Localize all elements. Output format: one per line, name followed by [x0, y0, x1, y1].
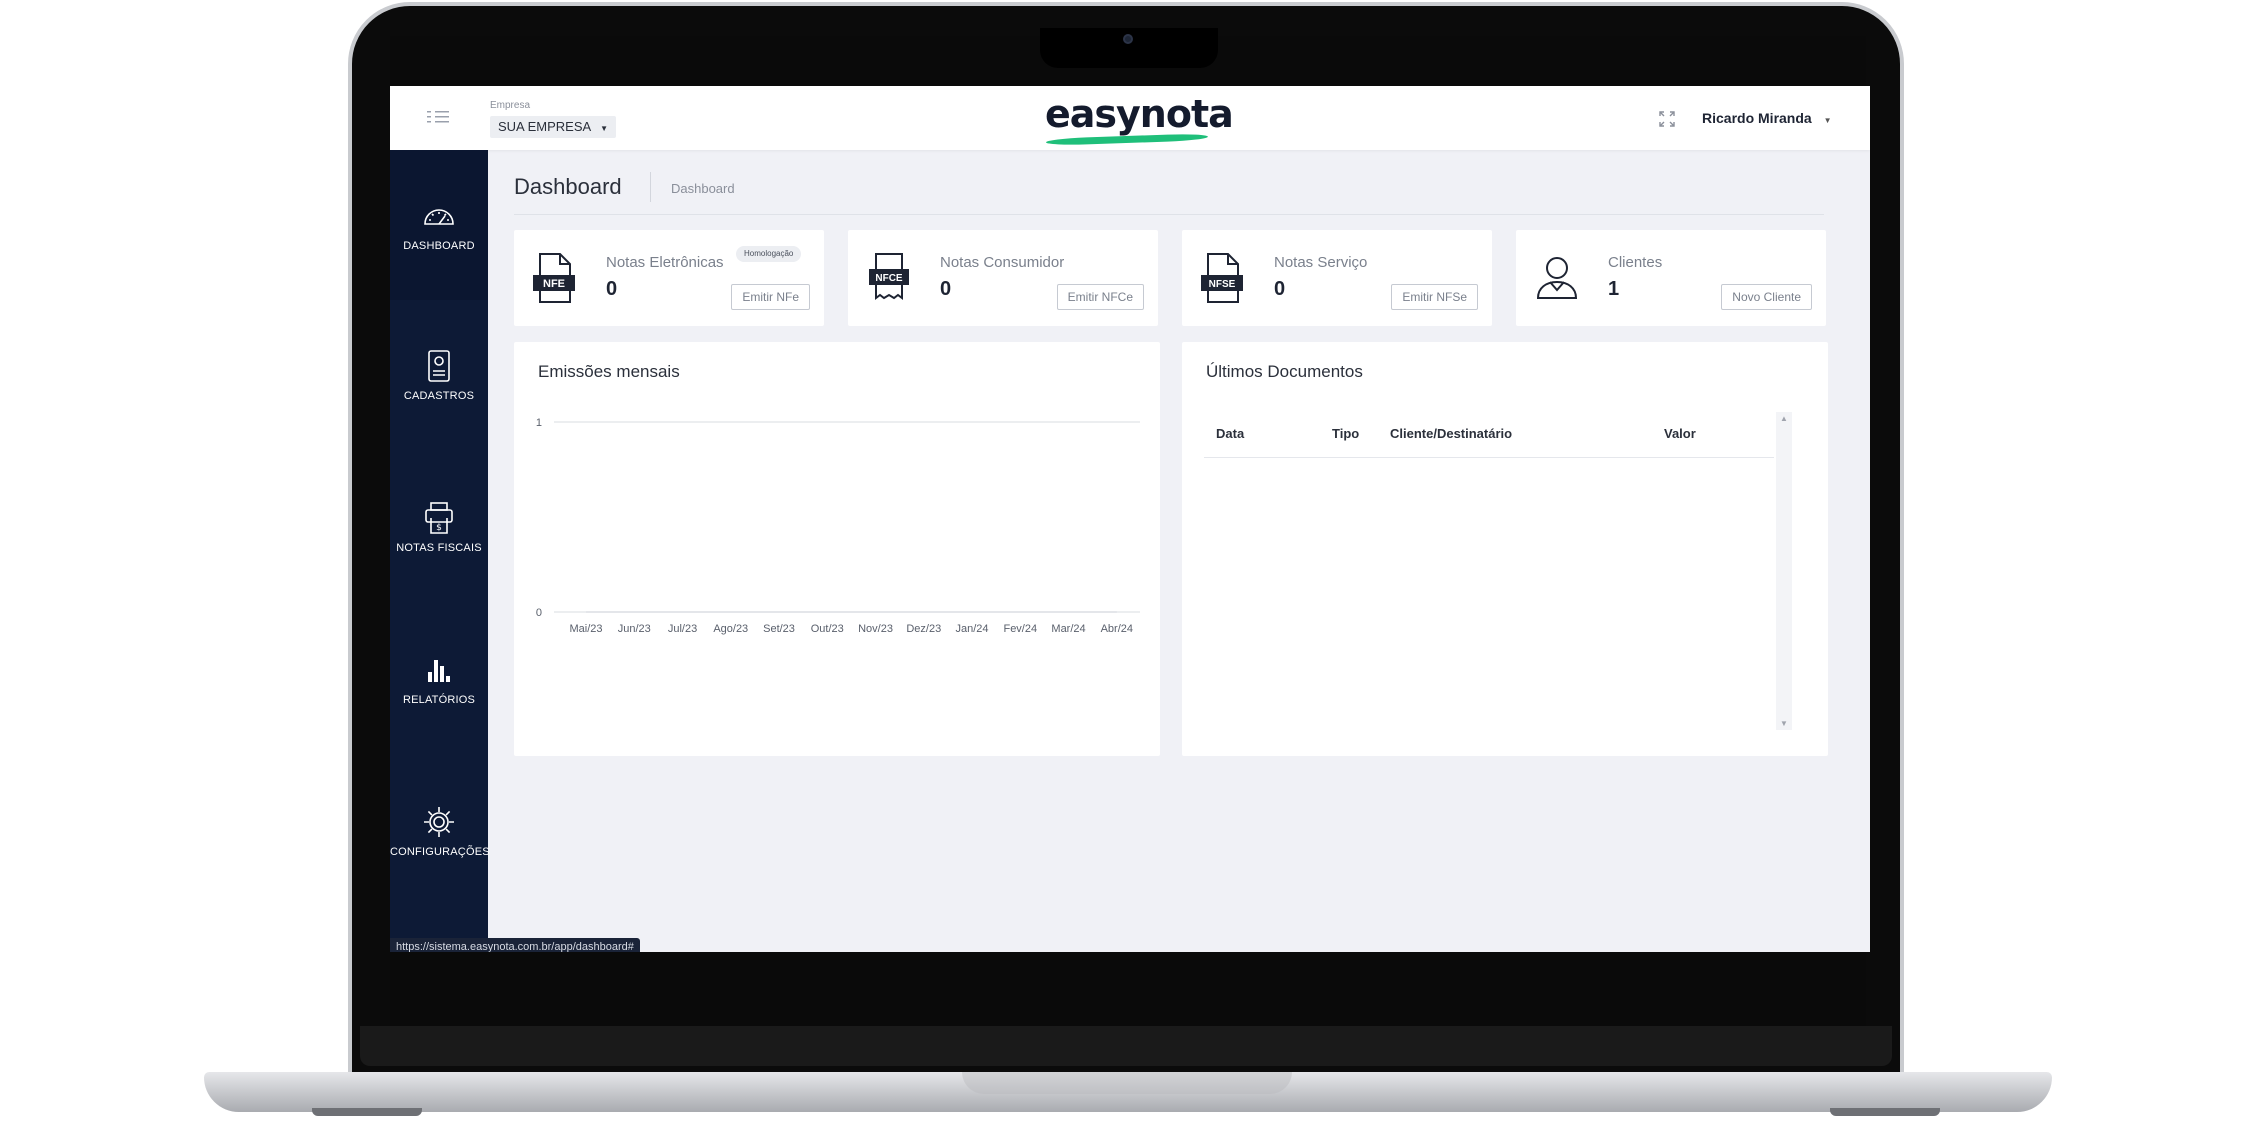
panel-title: Emissões mensais [538, 362, 680, 381]
x-tick-label: Nov/23 [858, 623, 893, 635]
column-header-cliente[interactable]: Cliente/Destinatário [1390, 426, 1512, 441]
card-title: Notas Serviço [1274, 254, 1368, 271]
x-tick-label: Fev/24 [1003, 623, 1037, 635]
company-select[interactable]: SUA EMPRESA ▼ [490, 116, 617, 138]
svg-text:$: $ [436, 523, 442, 533]
id-badge-icon [428, 350, 450, 382]
status-bar-url: https://sistema.easynota.com.br/app/dash… [390, 938, 640, 952]
breadcrumb[interactable]: Dashboard [671, 181, 735, 196]
caret-down-icon: ▼ [1823, 116, 1832, 125]
fullscreen-icon[interactable] [1658, 110, 1676, 128]
documents-table: Data Tipo Cliente/Destinatário Valor ▲ ▼ [1204, 412, 1792, 730]
ultimos-documentos-panel: Últimos Documentos Data Tipo Cliente/Des… [1182, 342, 1828, 756]
camera-icon [1123, 34, 1133, 44]
sidebar-item-notas-fiscais[interactable]: $ NOTAS FISCAIS [390, 500, 488, 620]
x-tick-label: Out/23 [811, 623, 844, 635]
gauge-icon [424, 209, 454, 225]
x-tick-label: Dez/23 [906, 623, 941, 635]
column-header-data[interactable]: Data [1216, 426, 1244, 441]
table-scrollbar[interactable]: ▲ ▼ [1776, 412, 1792, 730]
scroll-up-icon[interactable]: ▲ [1780, 414, 1788, 423]
scroll-down-icon[interactable]: ▼ [1780, 719, 1788, 728]
nfce-icon-text: NFCE [875, 273, 903, 284]
column-header-tipo[interactable]: Tipo [1332, 426, 1359, 441]
laptop-chin [360, 1026, 1892, 1066]
laptop-base-notch [962, 1072, 1292, 1094]
company-label: Empresa [490, 100, 531, 111]
sidebar-item-label: CADASTROS [403, 390, 475, 402]
sidebar-item-cadastros[interactable]: CADASTROS [390, 348, 488, 468]
nfe-document-icon: NFE [533, 253, 575, 303]
x-tick-label: Abr/24 [1101, 623, 1133, 635]
card-value: 0 [940, 278, 952, 300]
card-notas-eletronicas: NFE Homologação Notas Eletrônicas 0 Emit… [514, 230, 824, 326]
user-icon [1536, 257, 1578, 299]
page-title: Dashboard [514, 174, 622, 199]
sidebar-item-configuracoes[interactable]: CONFIGURAÇÕES [390, 804, 490, 924]
emitir-nfe-button[interactable]: Emitir NFe [731, 284, 810, 310]
sidebar-item-label: CONFIGURAÇÕES [390, 846, 490, 858]
top-bar: Empresa SUA EMPRESA ▼ easynota Ricardo M… [390, 86, 1870, 150]
company-select-value: SUA EMPRESA [498, 119, 591, 134]
nfse-document-icon: NFSE [1201, 253, 1243, 303]
user-name: Ricardo Miranda [1702, 110, 1812, 126]
nfce-receipt-icon: NFCE [869, 253, 909, 300]
sidebar-item-relatorios[interactable]: RELATÓRIOS [390, 652, 488, 772]
laptop-foot-left [312, 1108, 422, 1116]
bar-chart-icon [428, 660, 450, 682]
user-menu[interactable]: Ricardo Miranda ▼ [1702, 110, 1832, 126]
card-title: Clientes [1608, 254, 1663, 271]
laptop-mockup: Empresa SUA EMPRESA ▼ easynota Ricardo M… [0, 0, 2252, 1126]
sidebar-item-label: NOTAS FISCAIS [396, 542, 482, 554]
nfe-icon-text: NFE [543, 278, 565, 290]
laptop-foot-right [1830, 1108, 1940, 1116]
sidebar-item-label: DASHBOARD [403, 240, 475, 252]
card-notas-servico: NFSE Notas Serviço 0 Emitir NFSe [1182, 230, 1492, 326]
header-divider [514, 214, 1824, 215]
x-tick-label: Jul/23 [668, 623, 697, 635]
card-value: 0 [1274, 278, 1286, 300]
x-tick-label: Jun/23 [618, 623, 651, 635]
emitir-nfse-button[interactable]: Emitir NFSe [1391, 284, 1478, 310]
emitir-nfce-button[interactable]: Emitir NFCe [1056, 284, 1144, 310]
status-badge: Homologação [736, 246, 802, 262]
y-tick-label: 1 [536, 417, 542, 429]
x-tick-label: Ago/23 [713, 623, 748, 635]
caret-down-icon: ▼ [600, 124, 609, 133]
card-notas-consumidor: NFCE Notas Consumidor 0 Emitir NFCe [848, 230, 1158, 326]
receipt-printer-icon: $ [425, 502, 453, 534]
y-tick-label: 0 [536, 607, 542, 619]
x-tick-label: Mai/23 [569, 623, 602, 635]
panel-title: Últimos Documentos [1206, 362, 1363, 381]
card-title: Notas Consumidor [940, 254, 1065, 271]
sidebar-item-label: RELATÓRIOS [402, 694, 476, 706]
menu-toggle-icon[interactable] [426, 108, 452, 126]
nfse-icon-text: NFSE [1209, 279, 1236, 290]
sidebar: DASHBOARD CADASTROS $ NOTAS FISCAIS RELA… [390, 150, 490, 952]
emissoes-mensais-panel: Emissões mensais 0 1 Mai/23 Jun/23 Jul/23 Ago… [514, 342, 1160, 756]
emissoes-chart: 0 1 Mai/23 Jun/23 Jul/23 Ago/23 Set/23 Out/23 No… [536, 417, 1140, 635]
card-value: 1 [1608, 278, 1620, 300]
x-tick-label: Set/23 [763, 623, 795, 635]
x-tick-label: Jan/24 [956, 623, 989, 635]
sidebar-item-dashboard[interactable]: DASHBOARD [390, 150, 488, 300]
table-header: Data Tipo Cliente/Destinatário Valor [1204, 412, 1774, 458]
column-header-valor[interactable]: Valor [1664, 426, 1696, 441]
card-title: Notas Eletrônicas [606, 254, 724, 271]
easynota-logo[interactable]: easynota [1045, 92, 1234, 136]
card-value: 0 [606, 278, 618, 300]
card-clientes: Clientes 1 Novo Cliente [1516, 230, 1826, 326]
x-tick-label: Mar/24 [1051, 623, 1085, 635]
app-screen: Empresa SUA EMPRESA ▼ easynota Ricardo M… [390, 86, 1870, 952]
title-divider [650, 172, 651, 202]
gear-icon [424, 807, 454, 837]
novo-cliente-button[interactable]: Novo Cliente [1721, 284, 1812, 310]
